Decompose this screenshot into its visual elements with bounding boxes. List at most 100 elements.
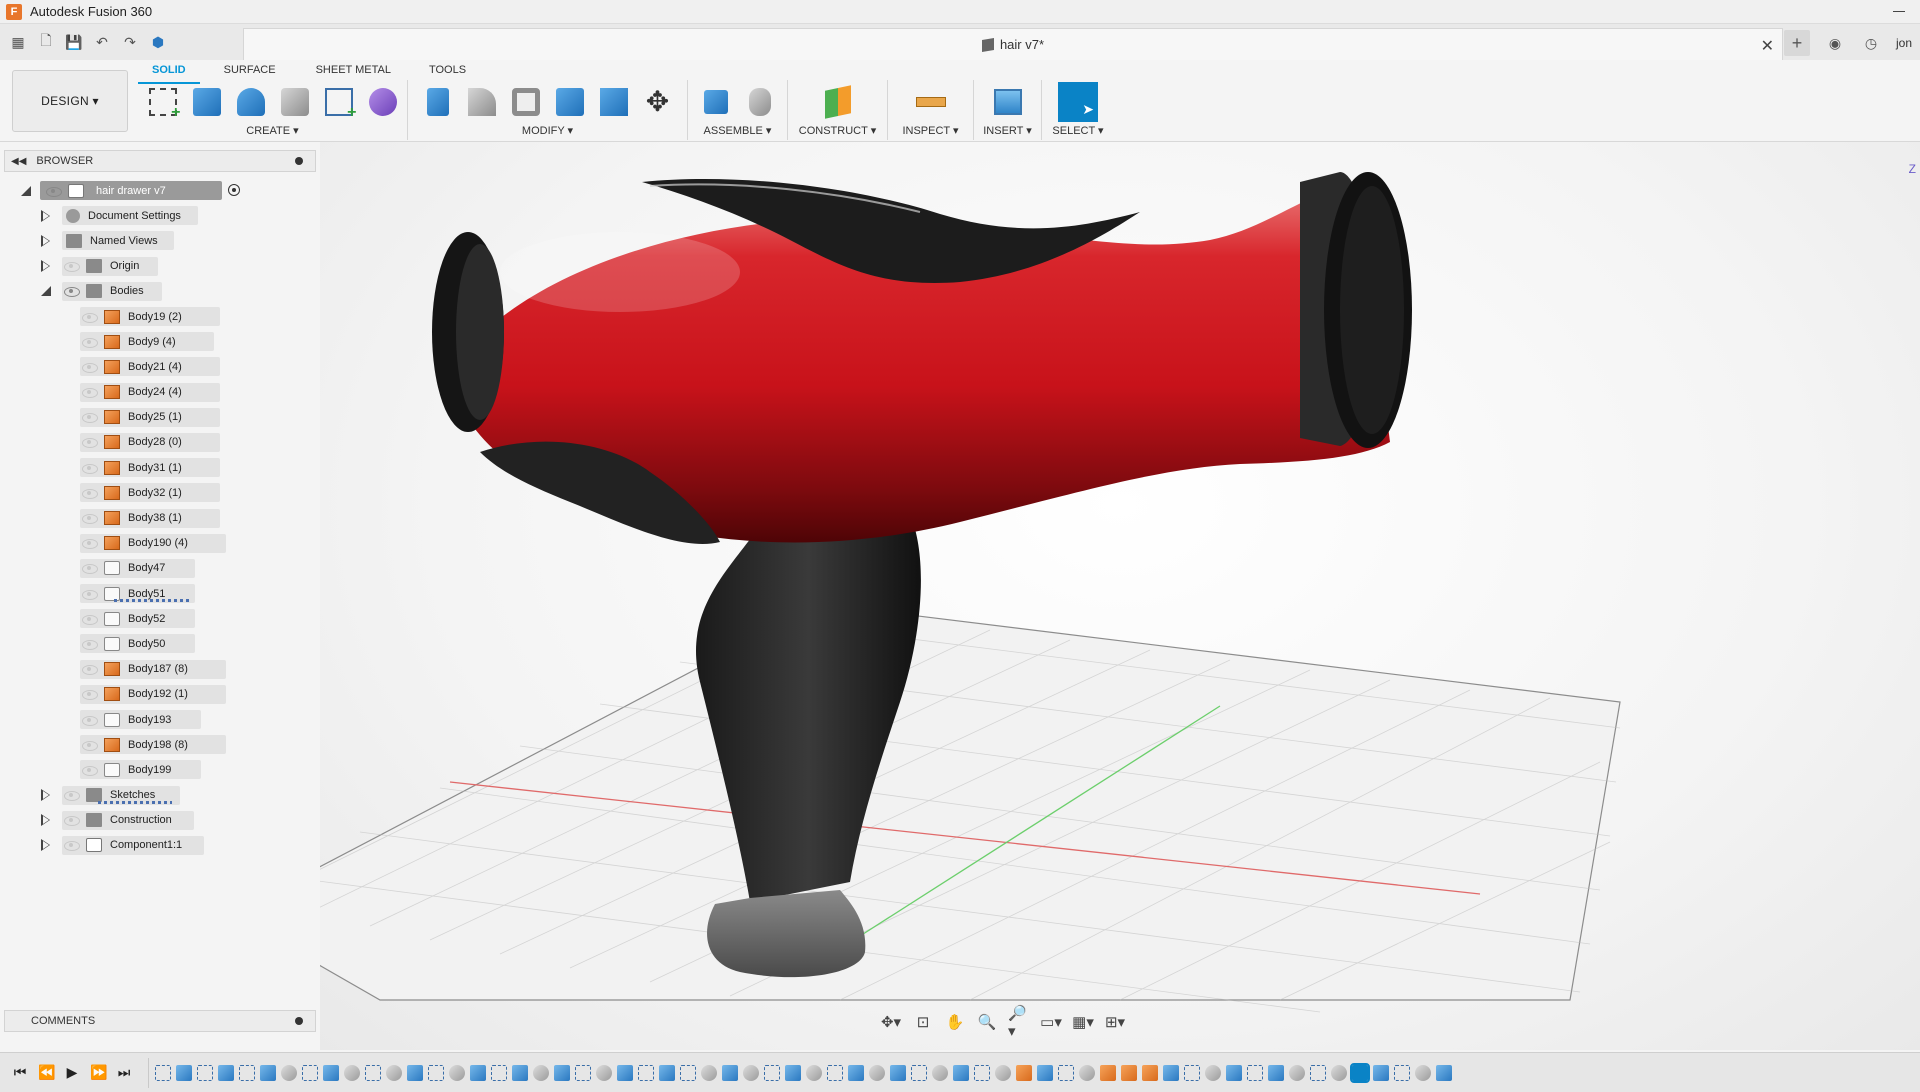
visibility-eye-off-icon[interactable] [82, 589, 98, 600]
timeline-feature-icon[interactable] [764, 1064, 780, 1081]
timeline-feature-icon[interactable] [218, 1064, 234, 1081]
timeline-feature-icon[interactable] [1394, 1064, 1410, 1081]
timeline-feature-icon[interactable] [449, 1064, 465, 1081]
timeline-feature-icon[interactable] [953, 1064, 969, 1081]
grid-settings-icon[interactable]: ▦▾ [1072, 1013, 1094, 1031]
tree-component[interactable]: Component1:1 [0, 833, 320, 858]
timeline-feature-icon[interactable] [1205, 1064, 1221, 1081]
visibility-eye-off-icon[interactable] [82, 639, 98, 650]
tree-body-item[interactable]: Body50 [0, 631, 320, 656]
timeline-feature-icon[interactable] [281, 1064, 297, 1081]
tree-body-item[interactable]: Body52 [0, 606, 320, 631]
timeline-feature-icon[interactable] [827, 1064, 843, 1081]
sweep-icon[interactable] [277, 84, 313, 120]
timeline-feature-icon[interactable] [512, 1064, 528, 1081]
visibility-eye-off-icon[interactable] [82, 563, 98, 575]
timeline-feature-icon[interactable] [1310, 1064, 1326, 1081]
timeline-feature-icon[interactable] [1037, 1064, 1053, 1081]
minimize-window-button[interactable] [1892, 4, 1906, 18]
tree-bodies[interactable]: Bodies [0, 279, 320, 304]
fillet-icon[interactable] [464, 84, 500, 120]
timeline-feature-icon[interactable] [260, 1064, 276, 1081]
timeline-feature-icon[interactable] [932, 1064, 948, 1081]
timeline-feature-icon[interactable] [638, 1064, 654, 1081]
create-sketch-icon[interactable] [145, 84, 181, 122]
timeline-feature-icon[interactable] [533, 1064, 549, 1081]
tree-sketches[interactable]: Sketches [0, 783, 320, 808]
viewports-icon[interactable]: ⊞▾ [1104, 1013, 1126, 1031]
tree-body-item[interactable]: Body19 (2) [0, 304, 320, 329]
assemble-menu[interactable]: ASSEMBLE ▾ [704, 124, 772, 137]
inspect-menu[interactable]: INSPECT ▾ [902, 124, 958, 137]
tree-body-item[interactable]: Body199 [0, 757, 320, 782]
timeline-feature-icon[interactable] [617, 1064, 633, 1081]
timeline-feature-icon[interactable] [848, 1064, 864, 1081]
timeline-feature-icon[interactable] [680, 1064, 696, 1081]
visibility-eye-icon[interactable] [64, 286, 80, 298]
timeline-feature-icon[interactable] [743, 1064, 759, 1081]
timeline-feature-icon[interactable] [890, 1064, 906, 1081]
activate-radio-icon[interactable] [228, 184, 240, 197]
timeline-feature-icon[interactable] [1268, 1064, 1284, 1081]
expand-root-icon[interactable] [20, 185, 32, 197]
tree-body-item[interactable]: Body193 [0, 707, 320, 732]
collapse-panel-icon[interactable]: ◀◀ [11, 156, 26, 167]
tree-origin[interactable]: Origin [0, 254, 320, 279]
timeline-feature-icon[interactable] [1058, 1064, 1074, 1081]
tree-body-item[interactable]: Body28 (0) [0, 430, 320, 455]
play-icon[interactable]: ▶ [64, 1064, 80, 1081]
visibility-eye-icon[interactable] [46, 186, 62, 197]
visibility-eye-off-icon[interactable] [82, 513, 98, 525]
move-icon[interactable]: ✥ [640, 84, 676, 120]
extrude-icon[interactable] [189, 84, 225, 120]
browser-header[interactable]: ◀◀ BROWSER [4, 150, 316, 172]
visibility-eye-off-icon[interactable] [64, 261, 80, 273]
tree-body-item[interactable]: Body32 (1) [0, 480, 320, 505]
timeline-feature-icon[interactable] [365, 1064, 381, 1081]
insert-menu[interactable]: INSERT ▾ [983, 124, 1032, 137]
tree-construction[interactable]: Construction [0, 808, 320, 833]
tree-body-item[interactable]: Body9 (4) [0, 329, 320, 354]
visibility-eye-off-icon[interactable] [82, 488, 98, 499]
tree-named-views[interactable]: Named Views [0, 228, 320, 253]
visibility-eye-off-icon[interactable] [82, 689, 98, 701]
offset-plane-icon[interactable] [820, 84, 856, 120]
timeline-feature-icon[interactable] [596, 1064, 612, 1081]
close-tab-icon[interactable]: ✕ [1761, 36, 1774, 56]
timeline-feature-icon[interactable] [1436, 1064, 1452, 1081]
timeline-feature-icon[interactable] [806, 1064, 822, 1081]
create-menu[interactable]: CREATE ▾ [246, 124, 298, 137]
tree-body-item[interactable]: Body51 [0, 581, 320, 606]
visibility-eye-off-icon[interactable] [64, 815, 80, 827]
timeline-feature-icon[interactable] [1415, 1064, 1431, 1081]
visibility-eye-off-icon[interactable] [64, 840, 80, 852]
viewcube-z-axis-label[interactable]: Z [1909, 162, 1916, 176]
timeline-feature-icon[interactable] [1373, 1064, 1389, 1081]
revolve-icon[interactable] [233, 84, 269, 120]
new-tab-plus-icon[interactable]: + [1783, 30, 1810, 56]
visibility-eye-off-icon[interactable] [82, 614, 98, 625]
timeline-feature-icon[interactable] [554, 1064, 570, 1081]
user-account[interactable]: jon [1896, 36, 1912, 50]
tree-body-item[interactable]: Body25 (1) [0, 405, 320, 430]
tree-body-item[interactable]: Body24 (4) [0, 380, 320, 405]
new-component-icon[interactable] [698, 84, 734, 120]
visibility-eye-off-icon[interactable] [64, 790, 80, 802]
display-settings-icon[interactable]: ▭▾ [1040, 1013, 1062, 1031]
model-canvas[interactable] [320, 142, 1920, 1050]
expand-icon[interactable] [40, 234, 52, 247]
visibility-eye-off-icon[interactable] [82, 312, 98, 323]
form-icon[interactable] [365, 84, 401, 120]
timeline-feature-icon[interactable] [659, 1064, 675, 1081]
orbit-icon[interactable]: ✥▾ [880, 1013, 902, 1031]
expand-icon[interactable] [40, 789, 52, 802]
timeline-feature-icon[interactable] [491, 1064, 507, 1081]
timeline-feature-icon[interactable] [386, 1064, 402, 1081]
job-clock-icon[interactable]: ◷ [1860, 32, 1882, 54]
zoom-icon[interactable]: 🔍 [976, 1013, 998, 1031]
timeline-feature-icon[interactable] [323, 1064, 339, 1081]
save-icon[interactable]: 💾 [64, 32, 84, 52]
timeline-feature-icon[interactable] [407, 1064, 423, 1081]
tree-body-item[interactable]: Body192 (1) [0, 682, 320, 707]
step-forward-icon[interactable]: ⏩ [90, 1064, 107, 1081]
